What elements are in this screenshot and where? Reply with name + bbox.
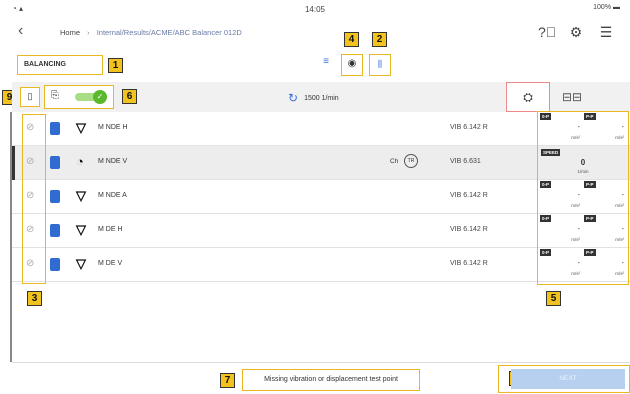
mode-selector[interactable]: BALANCING <box>17 55 103 75</box>
sensor-icon <box>50 190 60 203</box>
speed-readout: ↻ 1500 1/min <box>288 91 339 105</box>
channel-label: Ch <box>390 158 399 165</box>
columns-view-tab[interactable]: ⫼ <box>369 54 391 76</box>
menu-icon[interactable]: ☰ <box>598 24 614 41</box>
sensor-icon <box>50 224 60 237</box>
values-column-highlight <box>537 111 629 285</box>
breadcrumb-separator: › <box>87 28 90 37</box>
badge-5: 5 <box>546 291 561 306</box>
device-name: VIB 6.142 R <box>450 226 488 233</box>
scrollbar[interactable] <box>10 112 12 362</box>
refresh-icon: ↻ <box>288 91 299 105</box>
breadcrumb-home[interactable]: Home <box>60 28 80 37</box>
measurement-toolbar: ▯ ⎘ ✓ 6 ↻ 1500 1/min ⛭ ⊟⊟ <box>12 82 630 112</box>
badge-4: 4 <box>344 32 359 47</box>
document-button[interactable]: ▯ <box>20 87 40 107</box>
app-screen: ◔ ▴ 14:05 100% ▬ ‹ Home › Internal/Resul… <box>0 0 630 394</box>
point-name: M NDE A <box>98 192 127 199</box>
list-icon: ≡ <box>323 56 329 67</box>
breadcrumb-path[interactable]: Internal/Results/ACME/ABC Balancer 012D <box>97 28 242 37</box>
back-button[interactable]: ‹ <box>18 22 23 40</box>
settings-icon[interactable]: ⚙ <box>568 24 584 41</box>
next-button[interactable]: NEXT <box>511 369 625 389</box>
nav-bar: ‹ Home › Internal/Results/ACME/ABC Balan… <box>0 18 630 48</box>
point-name: M DE H <box>98 226 123 233</box>
triangle-icon: ▽ <box>76 222 86 237</box>
device-name: VIB 6.142 R <box>450 124 488 131</box>
eye-view-tab[interactable]: ◉ <box>341 54 363 76</box>
status-bar: ◔ ▴ 14:05 100% ▬ <box>0 0 630 18</box>
nav-icons: ?⃝ ⚙ ☰ <box>538 24 614 41</box>
status-message: Missing vibration or displacement test p… <box>242 369 420 391</box>
list-view-tab[interactable]: ≡ <box>316 56 336 74</box>
point-name: M NDE H <box>98 124 128 131</box>
speed-value: 1500 1/min <box>304 95 339 102</box>
document-icon: ▯ <box>27 91 33 101</box>
triangle-icon: ▽ <box>76 256 86 271</box>
eye-icon: ◉ <box>347 58 357 69</box>
sensor-icon: ⎘ <box>51 90 59 101</box>
point-name: M NDE V <box>98 158 128 165</box>
next-highlight: 8 NEXT <box>498 365 630 393</box>
battery-level: 100% ▬ <box>593 4 620 11</box>
badge-1: 1 <box>108 58 123 73</box>
badge-6: 6 <box>122 89 137 104</box>
toggle-track: ✓ <box>75 90 107 104</box>
triangle-icon: ▽ <box>76 188 86 203</box>
badge-3: 3 <box>27 291 42 306</box>
device-name: VIB 6.142 R <box>450 192 488 199</box>
sensor-icon <box>50 258 60 271</box>
sensor-toggle[interactable]: ⎘ ✓ <box>44 85 114 109</box>
breadcrumb: Home › Internal/Results/ACME/ABC Balance… <box>60 28 242 37</box>
check-icon: ✓ <box>93 90 107 104</box>
badge-2: 2 <box>372 32 387 47</box>
motor-icon: ⛭ <box>523 90 533 104</box>
point-name: M DE V <box>98 260 123 267</box>
sensor-icon <box>50 156 60 169</box>
circle-icon: ◔ <box>76 154 84 169</box>
triangle-icon: ▽ <box>76 120 86 135</box>
sensor-icon <box>50 122 60 135</box>
tab-bar: BALANCING 1 ≡ ◉ 4 ⫼ 2 <box>0 32 630 80</box>
help-icon[interactable]: ?⃝ <box>538 24 556 41</box>
device-name: VIB 6.142 R <box>450 260 488 267</box>
columns-icon: ⫼ <box>377 59 383 69</box>
device-name: VIB 6.631 <box>450 158 481 165</box>
link-column-highlight <box>22 114 46 284</box>
machine-icon[interactable]: ⊟⊟ <box>562 90 582 104</box>
footer-bar: 7 Missing vibration or displacement test… <box>12 362 630 394</box>
status-time: 14:05 <box>304 5 326 14</box>
motor-button[interactable]: ⛭ <box>506 82 550 112</box>
badge-7: 7 <box>220 373 235 388</box>
trigger-icon: TR <box>404 154 418 168</box>
